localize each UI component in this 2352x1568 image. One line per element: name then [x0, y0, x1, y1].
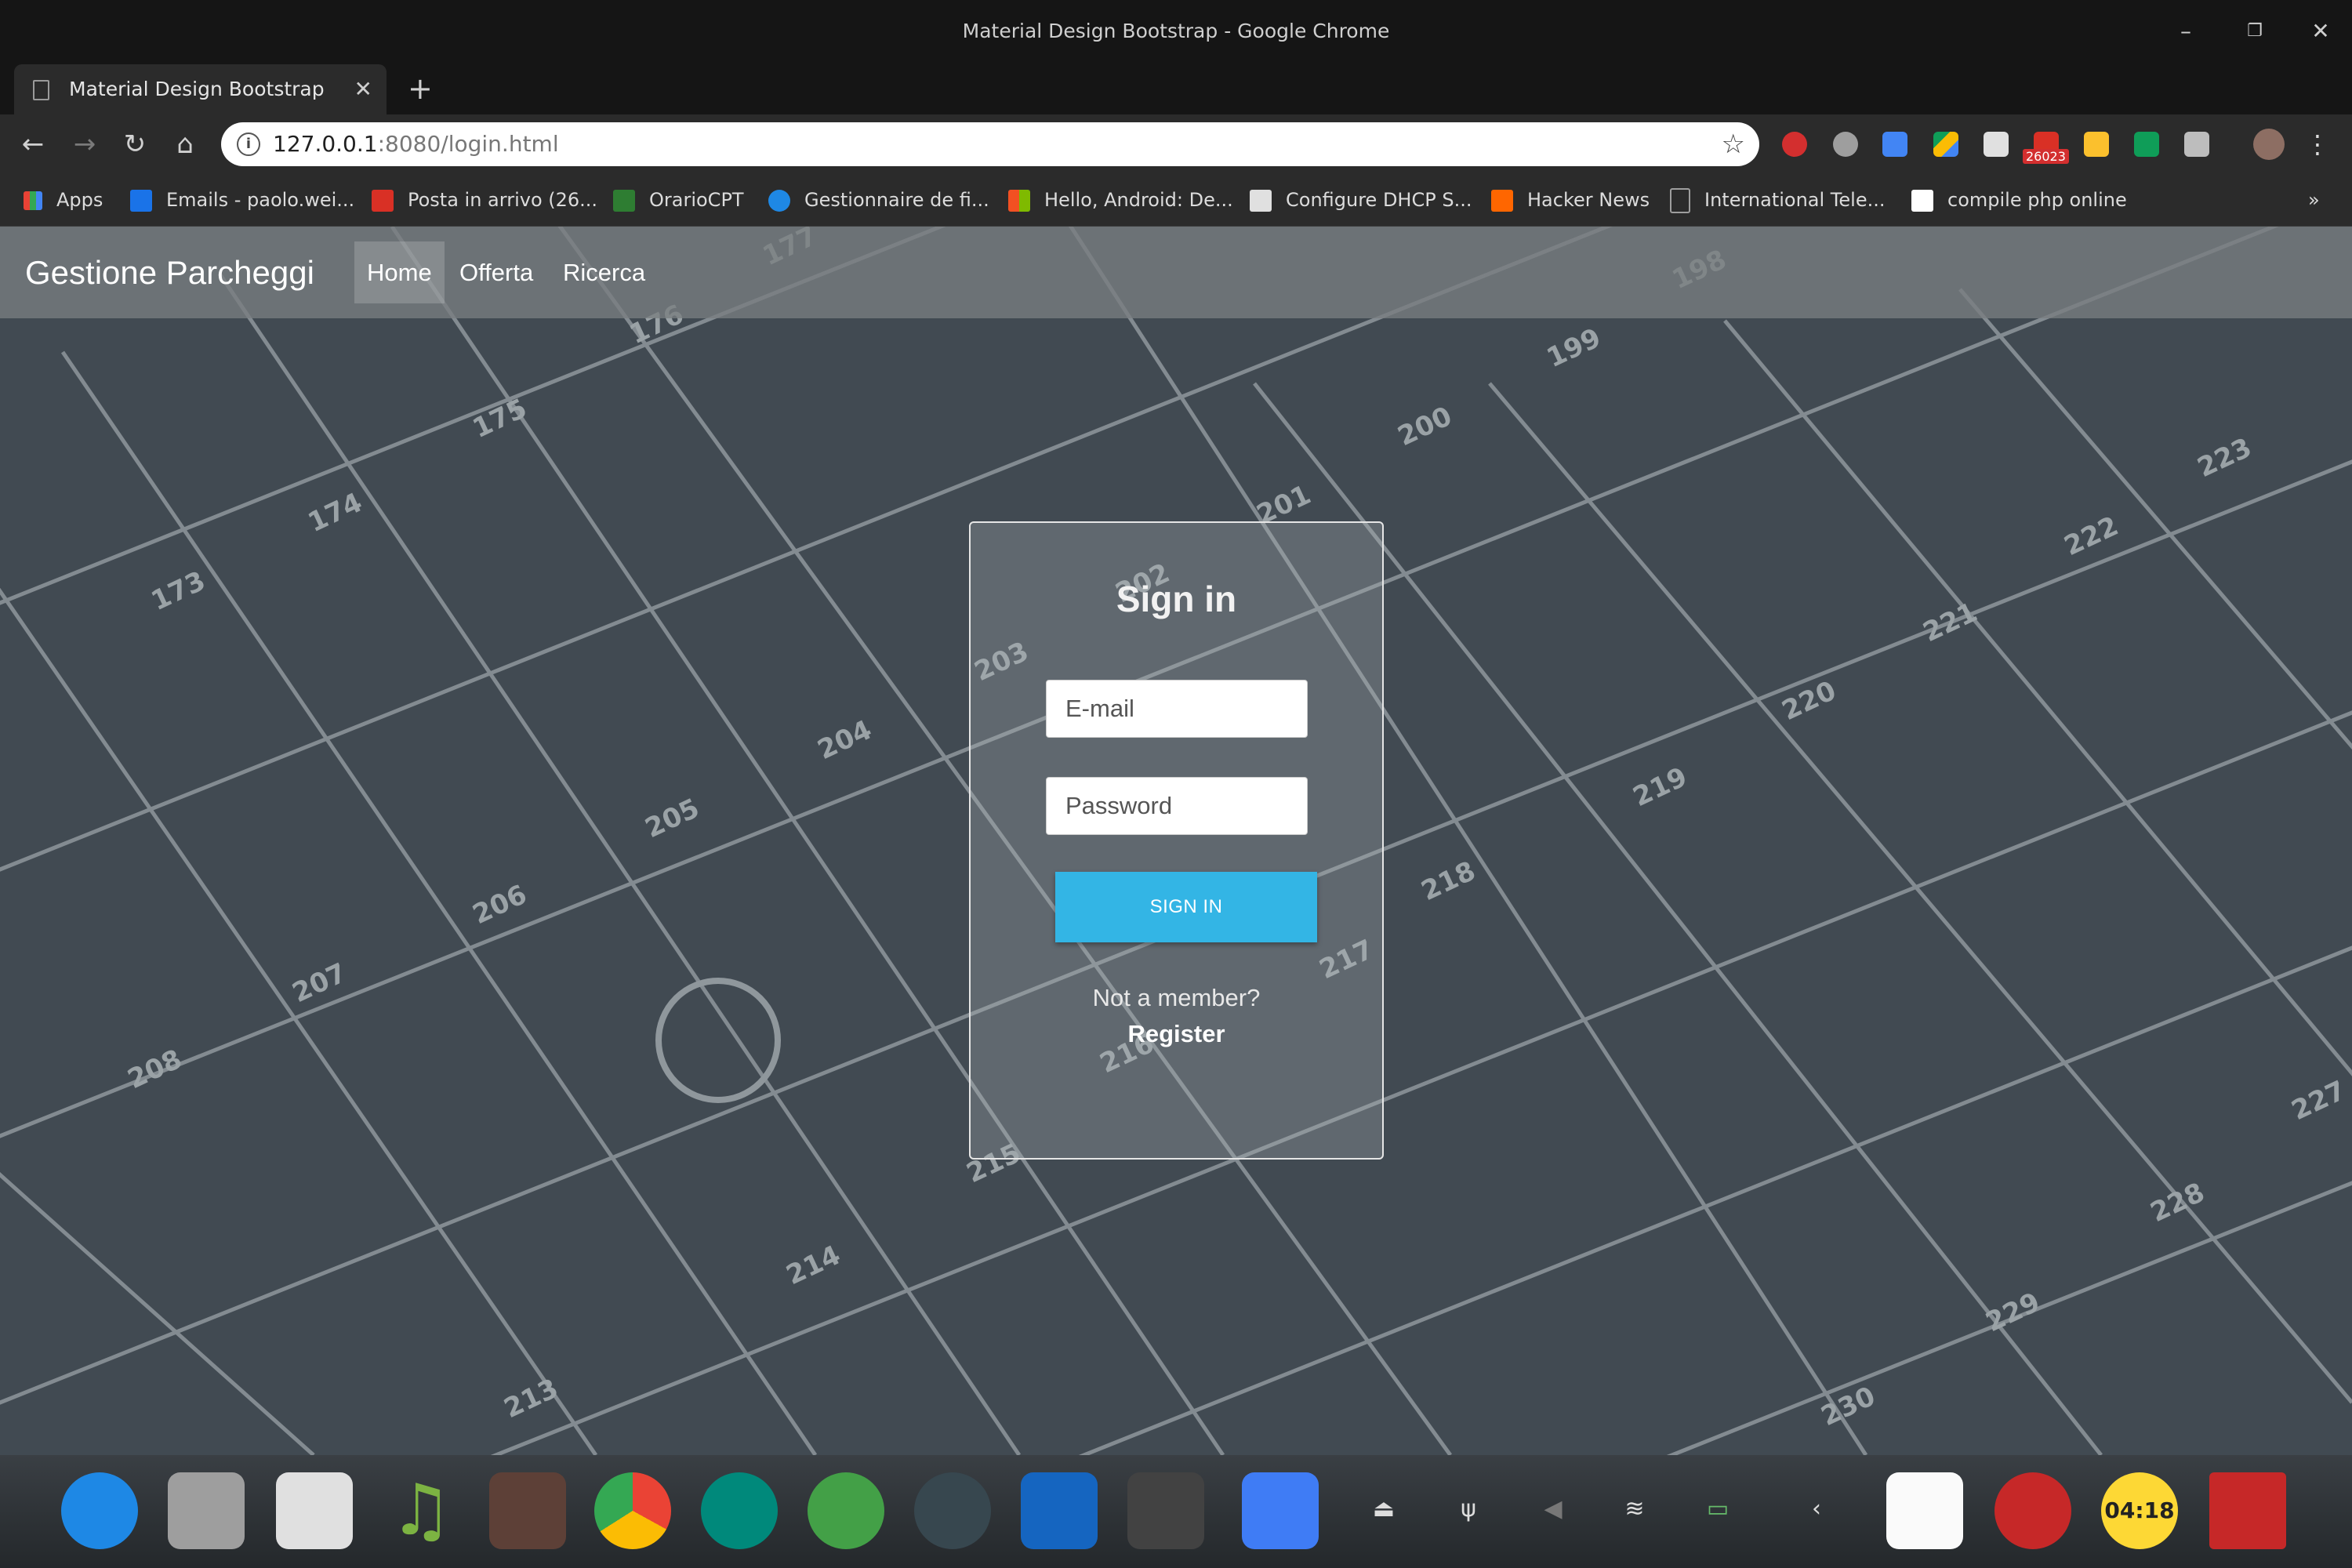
- site-brand[interactable]: Gestione Parcheggi: [25, 227, 314, 318]
- bookmark-hello-android[interactable]: Hello, Android: De...: [1008, 174, 1233, 226]
- bookmark-posta[interactable]: Posta in arrivo (26...: [372, 174, 597, 226]
- bookmarks-overflow-icon[interactable]: »: [2308, 174, 2320, 226]
- info-icon[interactable]: i: [237, 132, 260, 156]
- battery-tray-icon[interactable]: ▭: [1698, 1490, 1737, 1529]
- new-tab-button[interactable]: +: [408, 63, 433, 114]
- login-card: Sign in SIGN IN Not a member? Register: [969, 521, 1384, 1160]
- email-input[interactable]: [1046, 680, 1308, 738]
- address-bar[interactable]: i 127.0.0.1:8080/login.html ☆: [221, 122, 1759, 166]
- reload-icon[interactable]: ↻: [111, 114, 158, 174]
- back-icon[interactable]: ←: [9, 114, 56, 174]
- power-icon[interactable]: [1994, 1472, 2071, 1549]
- app-store-icon[interactable]: [276, 1472, 353, 1549]
- bookmark-international[interactable]: International Tele...: [1670, 174, 1885, 226]
- password-input[interactable]: [1046, 777, 1308, 835]
- keep-extension-icon[interactable]: [1984, 132, 2009, 157]
- file-manager-icon[interactable]: [168, 1472, 245, 1549]
- launcher-icon[interactable]: [61, 1472, 138, 1549]
- url-text: 127.0.0.1:8080/login.html: [273, 131, 559, 157]
- wps-writer-icon[interactable]: [1242, 1472, 1319, 1549]
- mercury-extension-icon[interactable]: [1833, 132, 1858, 157]
- volume-tray-icon[interactable]: ◀: [1534, 1490, 1573, 1529]
- sms-extension-icon[interactable]: [2084, 132, 2109, 157]
- terminal-icon[interactable]: [1127, 1472, 1204, 1549]
- drive-tray-icon[interactable]: ⏏: [1364, 1490, 1403, 1529]
- bookmark-configure-dhcp[interactable]: Configure DHCP S...: [1250, 174, 1472, 226]
- desktop-dock: ♫ ⏏ ψ ◀ ≋ ▭ ‹ 04:18: [0, 1455, 2352, 1568]
- window-title: Material Design Bootstrap - Google Chrom…: [962, 20, 1390, 42]
- apps-grid-icon: [24, 191, 42, 210]
- home-icon[interactable]: ⌂: [162, 114, 209, 174]
- login-title: Sign in: [1116, 579, 1237, 619]
- video-player-icon[interactable]: [489, 1472, 566, 1549]
- bookmark-compile-php[interactable]: compile php online: [1911, 174, 2127, 226]
- close-tab-icon[interactable]: ✕: [354, 64, 372, 114]
- css-extension-icon[interactable]: [2184, 132, 2209, 157]
- close-window-button[interactable]: ✕: [2297, 0, 2344, 63]
- whatsapp-icon[interactable]: [808, 1472, 884, 1549]
- keyboard-icon[interactable]: [1886, 1472, 1963, 1549]
- page-icon: [33, 80, 49, 100]
- music-icon[interactable]: ♫: [383, 1472, 459, 1549]
- page-viewport: 1731741751761771981992002012022032042052…: [0, 227, 2352, 1455]
- adblock-extension-icon[interactable]: [1782, 132, 1807, 157]
- tab-active[interactable]: Material Design Bootstrap ✕: [14, 64, 387, 114]
- vscode-icon[interactable]: [1021, 1472, 1098, 1549]
- google-translate-extension-icon[interactable]: [1882, 132, 1907, 157]
- bookmark-star-icon[interactable]: ☆: [1722, 122, 1745, 166]
- menu-kebab-icon[interactable]: ⋮: [2305, 114, 2330, 174]
- wifi-tray-icon[interactable]: ≋: [1615, 1490, 1654, 1529]
- forward-icon[interactable]: →: [61, 114, 108, 174]
- not-member-text: Not a member?: [1092, 984, 1261, 1011]
- trash-icon[interactable]: [2209, 1472, 2286, 1549]
- tray-expand-icon[interactable]: ‹: [1797, 1490, 1836, 1529]
- settings-icon[interactable]: [701, 1472, 778, 1549]
- nav-home[interactable]: Home: [354, 241, 445, 303]
- nav-ricerca[interactable]: Ricerca: [550, 241, 658, 303]
- register-link[interactable]: Register: [971, 1020, 1382, 1048]
- bookmark-emails[interactable]: Emails - paolo.wei...: [130, 174, 354, 226]
- bookmark-apps[interactable]: Apps: [24, 174, 103, 226]
- sign-in-button[interactable]: SIGN IN: [1055, 872, 1317, 942]
- nav-offerta[interactable]: Offerta: [447, 241, 546, 303]
- clock-widget[interactable]: 04:18: [2101, 1472, 2178, 1549]
- bookmark-orariocpt[interactable]: OrarioCPT: [613, 174, 744, 226]
- chrome-icon[interactable]: [594, 1472, 671, 1549]
- usb-tray-icon[interactable]: ψ: [1449, 1490, 1488, 1529]
- minimize-button[interactable]: –: [2162, 0, 2209, 63]
- tab-strip: Material Design Bootstrap ✕: [0, 63, 2352, 114]
- profile-avatar[interactable]: [2253, 129, 2285, 160]
- window-titlebar: Material Design Bootstrap - Google Chrom…: [0, 0, 2352, 63]
- bookmarks-bar: Apps Emails - paolo.wei... Posta in arri…: [0, 174, 2352, 227]
- bookmark-hacker-news[interactable]: Hacker News: [1491, 174, 1650, 226]
- maximize-button[interactable]: ❐: [2231, 0, 2278, 63]
- bookmark-gestionnaire[interactable]: Gestionnaire de fi...: [768, 174, 989, 226]
- google-drive-extension-icon[interactable]: [1933, 132, 1958, 157]
- tab-title: Material Design Bootstrap: [69, 78, 325, 100]
- gitkraken-icon[interactable]: [914, 1472, 991, 1549]
- classroom-extension-icon[interactable]: [2134, 132, 2159, 157]
- site-navbar: Gestione Parcheggi Home Offerta Ricerca: [0, 227, 2352, 318]
- gmail-badge: 26023: [2023, 149, 2069, 164]
